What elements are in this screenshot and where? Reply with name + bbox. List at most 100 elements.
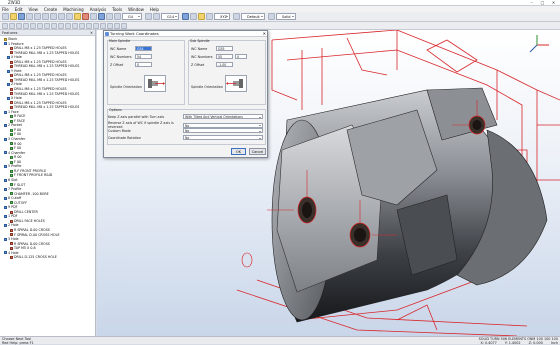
- menu-window[interactable]: Window: [128, 7, 144, 12]
- secondary-toolbar: [0, 22, 560, 30]
- spline-icon[interactable]: [37, 22, 43, 29]
- light-icon[interactable]: [74, 13, 81, 20]
- sub-coordinate-select[interactable]: G14: [161, 13, 179, 20]
- feature-icon: [4, 110, 7, 114]
- status-prompt-line2: Red Help: press F1: [2, 341, 34, 345]
- main-wc-numbers-row: WC Numbers 54: [110, 54, 152, 59]
- option-reverse-z-select[interactable]: No: [183, 122, 263, 128]
- sub-wc-numbers-input[interactable]: 55: [216, 54, 233, 59]
- rectangle-icon[interactable]: [30, 22, 36, 29]
- main-z-offset-row: Z Offset 0: [110, 62, 152, 67]
- redo-icon[interactable]: [66, 13, 73, 20]
- unit-label: Inch: [550, 341, 558, 345]
- snap-icon[interactable]: [145, 13, 152, 20]
- drill-icon: [10, 219, 13, 223]
- offset-icon[interactable]: [51, 22, 57, 29]
- pattern-icon[interactable]: [114, 22, 120, 29]
- trim-icon[interactable]: [44, 22, 50, 29]
- point-icon[interactable]: [2, 22, 8, 29]
- main-wc-numbers-input[interactable]: 54: [135, 54, 152, 59]
- menu-analysis[interactable]: Analysis: [90, 7, 106, 12]
- option-custom-mode-select[interactable]: No: [183, 128, 263, 133]
- style-select[interactable]: Default: [241, 13, 265, 20]
- sub-z-offset-input[interactable]: -1.00: [216, 62, 233, 67]
- menu-help[interactable]: Help: [150, 7, 159, 12]
- cut-icon[interactable]: [34, 13, 41, 20]
- dialog-close-icon[interactable]: ✕: [263, 31, 266, 37]
- revolve-icon[interactable]: [79, 22, 85, 29]
- close-button[interactable]: ✕: [549, 0, 558, 5]
- open-folder-icon[interactable]: [10, 13, 17, 20]
- option-row-keep-z: Keep Z axis parallel with Turn axis With…: [108, 114, 263, 119]
- save-icon[interactable]: [18, 13, 25, 20]
- menu-create[interactable]: Create: [44, 7, 57, 12]
- sub-spindle-orientation-picker[interactable]: [225, 75, 247, 92]
- paste-icon[interactable]: [50, 13, 57, 20]
- view-icon[interactable]: [98, 13, 105, 20]
- chamfer-tool-icon[interactable]: [100, 22, 106, 29]
- measure-icon[interactable]: [182, 13, 189, 20]
- grid-icon[interactable]: [153, 13, 160, 20]
- menu-file[interactable]: File: [2, 7, 9, 12]
- feature-icon: [7, 69, 10, 73]
- pocket-icon: [10, 133, 13, 137]
- boolean-icon[interactable]: [121, 22, 127, 29]
- circle-icon[interactable]: [23, 22, 29, 29]
- arc-icon[interactable]: [16, 22, 22, 29]
- cancel-button[interactable]: Cancel: [249, 148, 266, 155]
- main-z-offset-input[interactable]: 0: [135, 62, 152, 67]
- render-mode-select[interactable]: Solid: [276, 13, 296, 20]
- axis-select[interactable]: XYZ: [214, 13, 230, 20]
- tool-icon[interactable]: [82, 13, 89, 20]
- shell-icon[interactable]: [107, 22, 113, 29]
- tree-item[interactable]: DRILL D.125 CROSS HOLE: [1, 255, 95, 260]
- main-spindle-orientation-label: Spindle Orientation: [110, 85, 142, 89]
- main-spindle-label: Main Spindle: [109, 39, 131, 43]
- option-coordinate-rotation-select[interactable]: No: [183, 135, 263, 140]
- menu-machining[interactable]: Machining: [63, 7, 83, 12]
- sub-wc-extra-input[interactable]: 0: [235, 54, 247, 59]
- menu-tools[interactable]: Tools: [112, 7, 122, 12]
- tree-item-label: THREAD MILL M8 x 1.25 TAPPED HOLES: [14, 77, 80, 82]
- rotate-icon[interactable]: [114, 13, 121, 20]
- sub-z-offset-label: Z Offset: [191, 62, 205, 67]
- main-spindle-orientation-picker[interactable]: [144, 75, 166, 92]
- extrude-icon[interactable]: [72, 22, 78, 29]
- chamfer-icon: [10, 146, 13, 150]
- feature-icon: [7, 96, 10, 100]
- ok-button[interactable]: OK: [231, 148, 246, 155]
- shade-icon[interactable]: [268, 13, 275, 20]
- thread-icon: [10, 92, 13, 96]
- feature-icon: [4, 251, 7, 255]
- color-icon[interactable]: [198, 13, 205, 20]
- minimize-button[interactable]: –: [527, 0, 536, 5]
- display-icon[interactable]: [233, 13, 240, 20]
- sub-z-offset-row: Z Offset -1.00: [191, 62, 233, 67]
- hole-icon[interactable]: [86, 22, 92, 29]
- layer-icon[interactable]: [190, 13, 197, 20]
- panel-close-icon[interactable]: ✕: [90, 30, 93, 36]
- filter-icon[interactable]: [206, 13, 213, 20]
- main-wc-name-row: WC Name G54: [110, 46, 152, 51]
- line-icon[interactable]: [9, 22, 15, 29]
- undo-icon[interactable]: [58, 13, 65, 20]
- mirror-icon[interactable]: [58, 22, 64, 29]
- feature-icon: [4, 237, 7, 241]
- zoom-icon[interactable]: [106, 13, 113, 20]
- move-icon[interactable]: [65, 22, 71, 29]
- copy-icon[interactable]: [42, 13, 49, 20]
- coordinate-select[interactable]: G4: [122, 13, 142, 20]
- select-icon[interactable]: [90, 13, 97, 20]
- maximize-button[interactable]: □: [538, 0, 547, 5]
- fillet-icon[interactable]: [93, 22, 99, 29]
- menu-edit[interactable]: Edit: [15, 7, 23, 12]
- menu-view[interactable]: View: [28, 7, 38, 12]
- new-file-icon[interactable]: [2, 13, 9, 20]
- option-keep-z-select[interactable]: With Tilted And Vertical Orientations: [183, 114, 263, 119]
- option-custom-mode-label: Custom Mode: [108, 128, 131, 133]
- main-wc-name-input[interactable]: G54: [135, 46, 152, 51]
- print-icon[interactable]: [26, 13, 33, 20]
- status-coordinates: X: 0.4077 Y: 1.4002 Z: 0.000 Inch: [480, 341, 558, 345]
- sub-wc-name-input[interactable]: G55: [216, 46, 233, 51]
- sub-wc-numbers-label: WC Numbers: [191, 54, 213, 59]
